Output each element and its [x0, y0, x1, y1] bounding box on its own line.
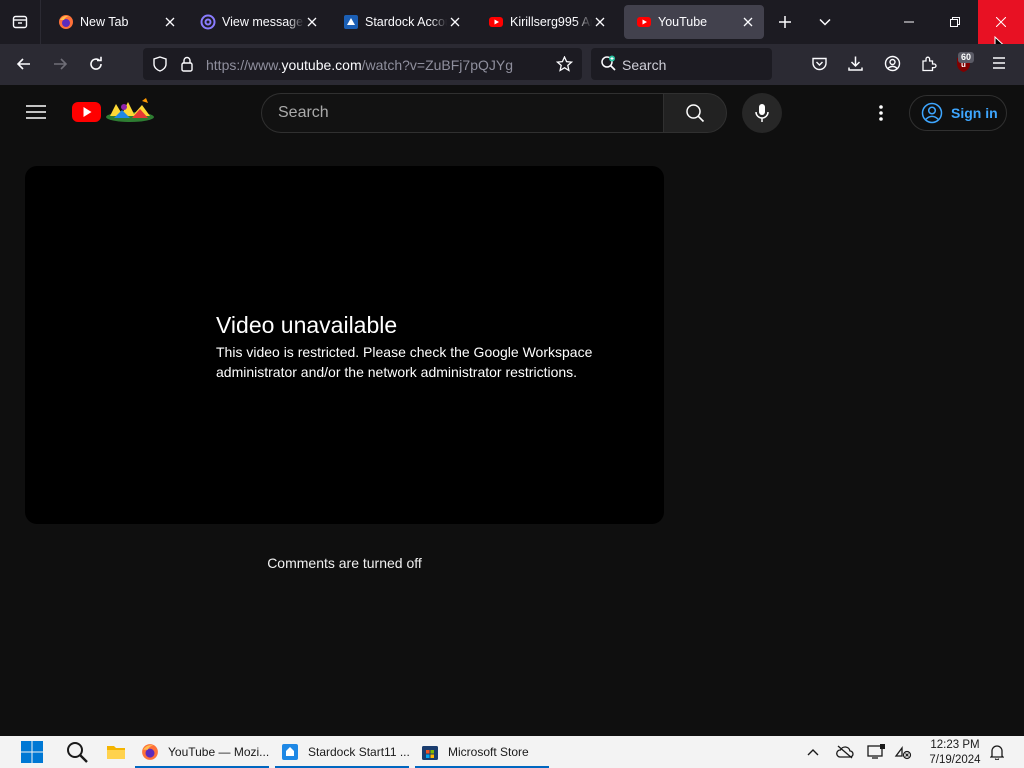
url-prefix: https://www. [206, 57, 282, 73]
taskbar-app-store[interactable]: Microsoft Store [413, 736, 551, 768]
tab-close-icon[interactable] [592, 14, 608, 30]
sign-in-label: Sign in [951, 105, 998, 121]
restore-icon [950, 17, 960, 27]
tab-title: View message - [222, 15, 304, 29]
reload-icon [90, 56, 102, 70]
chevron-down-icon [819, 18, 831, 26]
youtube-icon [636, 14, 652, 30]
folder-icon [107, 746, 125, 759]
tab-view-message[interactable]: View message - [188, 5, 328, 39]
minimize-button[interactable] [886, 0, 932, 44]
search-icon [67, 742, 88, 763]
tab-youtube[interactable]: YouTube [624, 5, 764, 39]
taskbar-app-start11[interactable]: Stardock Start11 ... [273, 736, 411, 768]
tab-title: New Tab [80, 15, 129, 29]
firefox-icon [141, 743, 159, 761]
chevron-up-icon [807, 749, 819, 756]
tab-kirillserg[interactable]: Kirillserg995 Ant [476, 5, 616, 39]
youtube-search-placeholder: Search [278, 104, 329, 121]
youtube-logo[interactable] [72, 96, 158, 128]
tab-title: Stardock Account [365, 15, 447, 29]
reload-button[interactable] [80, 48, 112, 80]
bookmark-star-icon[interactable] [556, 56, 573, 72]
monitor-icon [867, 744, 885, 759]
extensions-puzzle-icon[interactable] [920, 55, 937, 72]
error-title: Video unavailable [216, 312, 398, 338]
network-volume-button[interactable] [893, 736, 913, 768]
microphone-icon [755, 104, 769, 122]
url-path: /watch?v=ZuBFj7pQJYg [361, 57, 513, 73]
start-button[interactable] [19, 736, 45, 768]
downloads-icon[interactable] [847, 55, 864, 72]
clock-date: 7/19/2024 [929, 754, 981, 766]
tab-close-icon[interactable] [447, 14, 463, 30]
guide-menu-icon[interactable] [26, 104, 46, 120]
extension-badge-count: 60 [958, 52, 975, 63]
pocket-icon[interactable] [811, 56, 828, 72]
error-message: This video is restricted. Please check t… [216, 344, 593, 380]
youtube-doodle-logo-icon [72, 98, 154, 122]
taskbar-app-label: Microsoft Store [448, 745, 529, 759]
back-arrow-icon [16, 58, 30, 70]
tab-close-icon[interactable] [740, 14, 756, 30]
settings-more-button[interactable] [865, 97, 897, 129]
start11-icon [281, 743, 299, 761]
mail-at-icon [200, 14, 216, 30]
stardock-icon [343, 14, 359, 30]
back-button[interactable] [8, 48, 40, 80]
url-host: youtube.com [281, 57, 362, 73]
tab-new-tab[interactable]: New Tab [46, 5, 186, 39]
clock-time: 12:23 PM [930, 739, 980, 751]
restore-button[interactable] [932, 0, 978, 44]
user-circle-icon [921, 102, 943, 124]
youtube-icon [488, 14, 504, 30]
minimize-icon [904, 21, 914, 23]
cloud-off-icon [836, 745, 854, 759]
windows-logo-icon [21, 741, 43, 763]
network-disconnected-icon [894, 746, 912, 760]
system-clock[interactable]: 12:23 PM 7/19/2024 [918, 738, 992, 768]
browser-search-bar[interactable] [591, 48, 772, 80]
bell-icon [990, 745, 1004, 760]
account-icon[interactable] [884, 55, 901, 72]
tab-stardock-account[interactable]: Stardock Account [331, 5, 471, 39]
list-all-tabs-button[interactable] [807, 0, 843, 44]
tab-close-icon[interactable] [162, 14, 178, 30]
forward-arrow-icon [54, 58, 68, 70]
show-hidden-icons-button[interactable] [804, 736, 822, 768]
voice-search-button[interactable] [742, 93, 782, 133]
taskbar-app-firefox[interactable]: YouTube — Mozi... [133, 736, 271, 768]
display-status-button[interactable] [866, 736, 886, 768]
more-vertical-icon [879, 105, 883, 121]
taskbar-search-button[interactable] [64, 736, 90, 768]
forward-button[interactable] [44, 48, 76, 80]
firefox-view-icon [12, 15, 28, 29]
store-icon [421, 743, 439, 761]
tab-title: YouTube [658, 15, 708, 29]
lock-icon[interactable] [180, 56, 194, 72]
comments-status: Comments are turned off [267, 555, 422, 571]
new-tab-button[interactable] [767, 0, 803, 44]
firefox-view-button[interactable] [0, 0, 40, 44]
tab-close-icon[interactable] [304, 14, 320, 30]
taskbar-app-label: Stardock Start11 ... [308, 745, 410, 759]
search-icon [686, 104, 705, 123]
youtube-search-button[interactable] [663, 93, 727, 133]
taskbar-app-label: YouTube — Mozi... [168, 745, 270, 759]
tab-separator [40, 0, 41, 44]
plus-icon [779, 16, 791, 28]
close-icon [996, 17, 1006, 27]
tab-title: Kirillserg995 Ant [510, 15, 592, 29]
onedrive-status-button[interactable] [835, 736, 855, 768]
sign-in-button[interactable]: Sign in [909, 95, 1007, 131]
url-text[interactable]: https://www.youtube.com/watch?v=ZuBFj7pQ… [206, 57, 513, 73]
file-explorer-button[interactable] [105, 736, 127, 768]
browser-search-placeholder: Search [622, 57, 667, 73]
notifications-button[interactable] [987, 736, 1007, 768]
tracking-protection-shield-icon[interactable] [152, 56, 168, 72]
firefox-icon [58, 14, 74, 30]
hamburger-menu-icon[interactable] [991, 56, 1007, 70]
search-engine-icon[interactable] [600, 55, 618, 73]
